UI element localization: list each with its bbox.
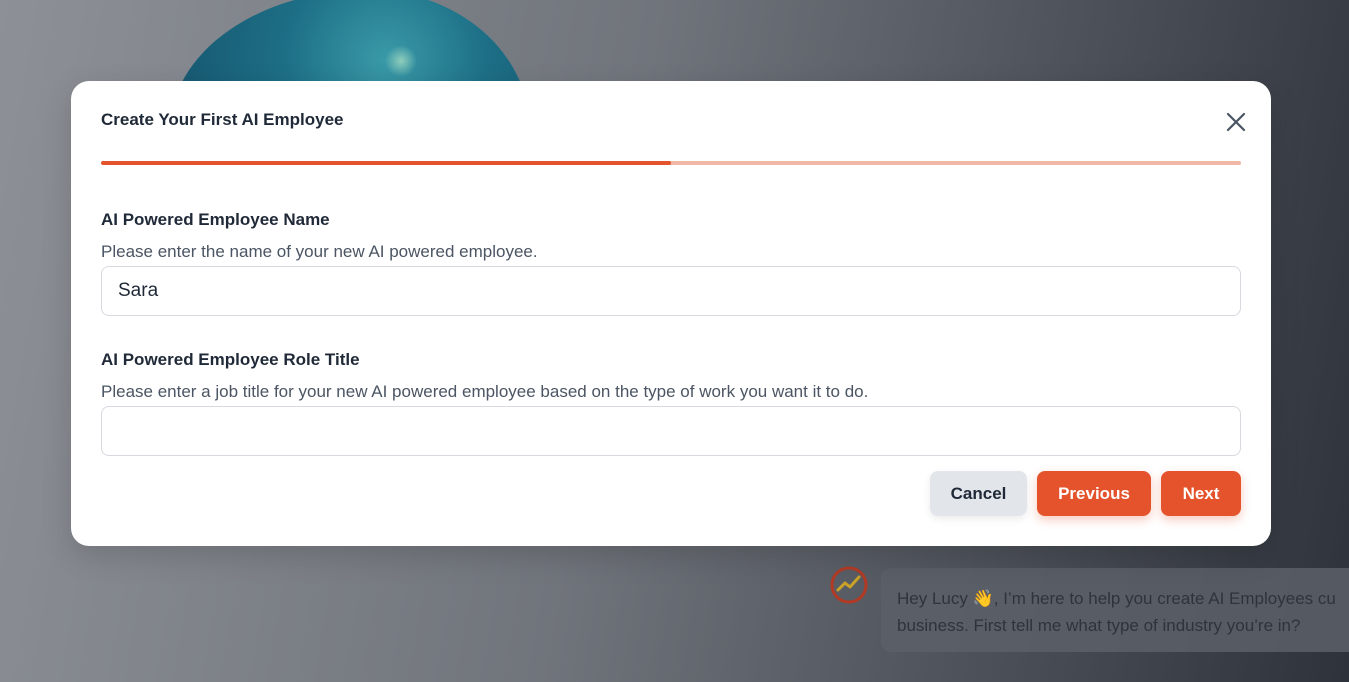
employee-name-help: Please enter the name of your new AI pow… [101,242,538,261]
cancel-button[interactable]: Cancel [930,471,1027,516]
progress-bar-fill [101,161,671,165]
employee-role-input[interactable] [101,406,1241,456]
chat-message-line-2: business. First tell me what type of ind… [897,616,1301,635]
chat-message-line-1: Hey Lucy 👋, I’m here to help you create … [897,589,1336,608]
modal-title: Create Your First AI Employee [101,110,344,129]
close-icon [1226,112,1246,132]
background-glow [385,45,417,77]
assistant-chat-bubble: Hey Lucy 👋, I’m here to help you create … [881,568,1349,652]
close-button[interactable] [1221,107,1251,137]
assistant-avatar-icon[interactable] [828,564,870,606]
next-button[interactable]: Next [1161,471,1241,516]
previous-button[interactable]: Previous [1037,471,1151,516]
employee-name-label: AI Powered Employee Name [101,210,330,229]
create-ai-employee-modal: Create Your First AI Employee AI Powered… [71,81,1271,546]
employee-name-input[interactable] [101,266,1241,316]
employee-role-label: AI Powered Employee Role Title [101,350,360,369]
employee-role-help: Please enter a job title for your new AI… [101,382,869,401]
progress-bar [101,161,1241,165]
